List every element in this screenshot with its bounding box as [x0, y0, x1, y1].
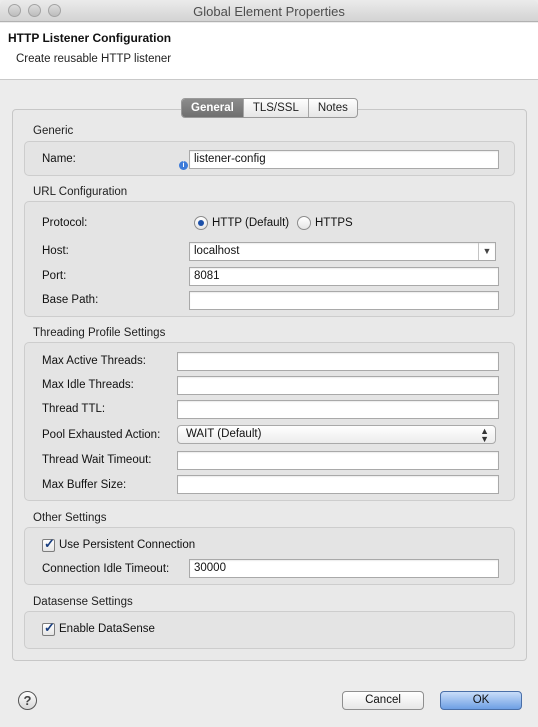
pool-exhausted-action-value: WAIT (Default) [186, 428, 262, 440]
dialog-title: HTTP Listener Configuration [8, 31, 172, 45]
window-titlebar: Global Element Properties [0, 0, 538, 22]
thread-ttl-field[interactable] [177, 400, 499, 419]
enable-datasense-checkbox[interactable]: ✓ [42, 620, 55, 636]
info-icon: i [179, 161, 188, 170]
section-datasense-label: Datasense Settings [33, 596, 133, 608]
dialog-header: HTTP Listener Configuration Create reusa… [0, 23, 538, 80]
host-combo[interactable]: localhost ▼ [189, 242, 496, 261]
max-buffer-size-field[interactable] [177, 475, 499, 494]
base-path-field[interactable] [189, 291, 499, 310]
name-field[interactable]: listener-config [189, 150, 499, 169]
connection-idle-timeout-field[interactable]: 30000 [189, 559, 499, 578]
tab-tls-ssl[interactable]: TLS/SSL [244, 99, 309, 117]
max-active-threads-field[interactable] [177, 352, 499, 371]
protocol-label: Protocol: [42, 217, 88, 229]
max-idle-threads-label: Max Idle Threads: [42, 379, 134, 391]
cancel-button[interactable]: Cancel [342, 691, 424, 710]
thread-wait-timeout-field[interactable] [177, 451, 499, 470]
dialog-subtitle: Create reusable HTTP listener [16, 53, 172, 65]
checkmark-icon: ✓ [44, 536, 55, 551]
section-url-label: URL Configuration [33, 186, 128, 198]
ok-button[interactable]: OK [440, 691, 522, 710]
name-label: Name: [42, 153, 76, 165]
http-radio-label: HTTP (Default) [212, 217, 290, 229]
pool-exhausted-action-select[interactable]: WAIT (Default) ▲ ▼ [177, 425, 496, 444]
help-icon[interactable]: ? [18, 691, 37, 710]
section-generic-label: Generic [33, 125, 74, 137]
pool-exhausted-action-label: Pool Exhausted Action: [42, 429, 161, 441]
port-field[interactable]: 8081 [189, 267, 499, 286]
section-threading-label: Threading Profile Settings [33, 327, 166, 339]
section-other-label: Other Settings [33, 512, 107, 524]
thread-wait-timeout-label: Thread Wait Timeout: [42, 454, 152, 466]
chevron-down-icon[interactable]: ▼ [478, 243, 495, 260]
https-radio[interactable] [297, 216, 311, 230]
max-idle-threads-field[interactable] [177, 376, 499, 395]
connection-idle-timeout-label: Connection Idle Timeout: [42, 563, 170, 575]
tab-bar: General TLS/SSL Notes [181, 98, 358, 118]
enable-datasense-label: Enable DataSense [59, 623, 155, 635]
base-path-label: Base Path: [42, 294, 99, 306]
host-value: localhost [194, 245, 240, 257]
tab-general[interactable]: General [182, 99, 244, 117]
host-label: Host: [42, 245, 69, 257]
max-buffer-size-label: Max Buffer Size: [42, 479, 127, 491]
window-title: Global Element Properties [193, 4, 345, 19]
https-radio-label: HTTPS [315, 217, 353, 229]
http-radio[interactable] [194, 216, 208, 230]
persistent-connection-label: Use Persistent Connection [59, 539, 196, 551]
max-active-threads-label: Max Active Threads: [42, 355, 146, 367]
port-label: Port: [42, 270, 67, 282]
select-arrows-icon: ▲ ▼ [480, 426, 489, 444]
tab-notes[interactable]: Notes [309, 99, 357, 117]
checkmark-icon: ✓ [44, 620, 55, 635]
persistent-connection-checkbox[interactable]: ✓ [42, 536, 55, 552]
thread-ttl-label: Thread TTL: [42, 403, 106, 415]
